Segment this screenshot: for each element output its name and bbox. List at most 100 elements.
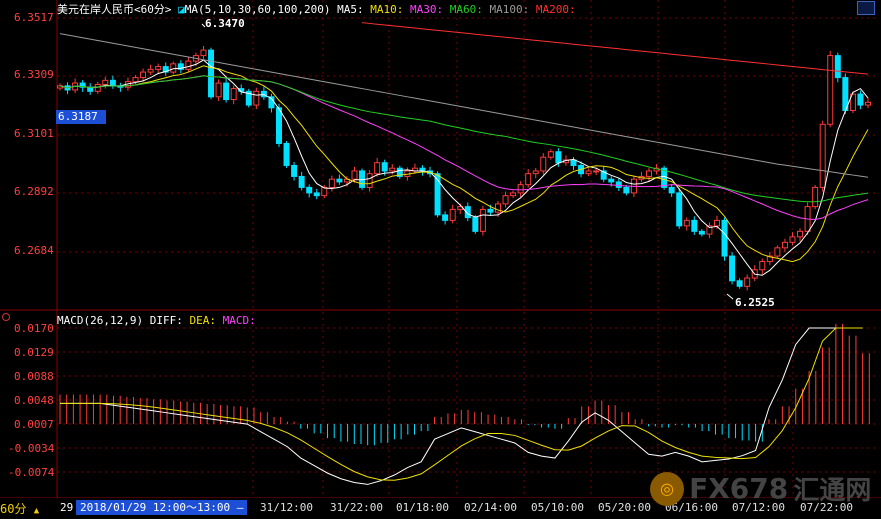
candle-body: [676, 192, 683, 227]
candle-body: [487, 208, 494, 213]
x-tick-label: 31/22:00: [330, 501, 383, 514]
candle-body: [744, 277, 751, 287]
candle-body: [147, 68, 154, 73]
ma60-label: MA60:: [449, 3, 483, 16]
candle-body: [585, 170, 592, 175]
macd-params: MACD(26,12,9): [57, 314, 144, 327]
macd-tick: -0.0034: [8, 442, 55, 455]
price-tick: 6.3309: [14, 68, 54, 81]
candle-body: [208, 49, 215, 98]
candle-body: [132, 77, 139, 83]
candle-body: [389, 167, 396, 172]
ma30-line: [59, 75, 869, 221]
watermark-cn: 汇通网: [793, 476, 872, 506]
candle-body: [442, 214, 449, 221]
x-tick-label: 05/20:00: [598, 501, 651, 514]
ma200-label: MA200:: [535, 3, 576, 16]
ma10-line: [59, 65, 869, 263]
candle-body: [593, 170, 600, 173]
candle-body: [351, 170, 358, 180]
low-annotation: 6.2525: [735, 296, 775, 309]
ma5-label: MA5:: [337, 3, 364, 16]
candle-body: [532, 170, 539, 175]
candle-body: [223, 82, 230, 101]
candle-body: [729, 255, 736, 282]
macd-tick: 0.0048: [14, 394, 54, 407]
candle-body: [827, 55, 834, 125]
candle-body: [472, 217, 479, 232]
ma100-label: MA100:: [489, 3, 530, 16]
ma60-line: [59, 75, 869, 203]
candle-body: [449, 208, 456, 221]
candle-body: [291, 164, 298, 177]
candle-body: [140, 71, 147, 79]
ma200-line: [362, 22, 869, 75]
candle-body: [646, 170, 653, 177]
fx678-watermark: ◎ FX678 汇通网: [650, 470, 871, 507]
time-range-box: 2018/01/29 12:00～13:00 —: [76, 500, 248, 515]
candle-body: [313, 192, 320, 197]
period-label: 60分: [0, 502, 27, 516]
macd-settings-icon[interactable]: [2, 313, 10, 321]
candle-body: [185, 60, 192, 70]
fx678-logo-icon: ◎: [650, 471, 684, 506]
candle-body: [683, 219, 690, 227]
macd-tick: -0.0074: [8, 466, 55, 479]
period-selector[interactable]: 60分 ▲: [0, 500, 39, 517]
candle-body: [834, 55, 841, 79]
candle-body: [623, 186, 630, 194]
candle-body: [698, 230, 705, 235]
ma5-line: [59, 59, 869, 276]
chart-canvas: [0, 0, 881, 499]
candle-body: [374, 162, 381, 175]
macd-macd-label: MACD:: [222, 314, 256, 327]
candle-body: [812, 186, 819, 208]
candle-body: [721, 219, 728, 257]
low-marker: [726, 293, 734, 300]
current-price-box: 6.3187: [56, 110, 106, 124]
candle-body: [328, 178, 335, 188]
candle-body: [510, 192, 517, 197]
macd-tick: 0.0129: [14, 346, 54, 359]
candle-body: [781, 241, 788, 249]
macd-legend: MACD(26,12,9) DIFF: DEA: MACD:: [57, 314, 256, 327]
x-tick-label: 31/12:00: [260, 501, 313, 514]
macd-tick: 0.0007: [14, 418, 54, 431]
candle-body: [525, 173, 532, 186]
candle-body: [608, 178, 615, 183]
ma30-label: MA30:: [409, 3, 444, 16]
candle-body: [298, 175, 305, 188]
macd-diff-label: DIFF:: [149, 314, 183, 327]
candle-body: [283, 142, 290, 166]
candle-body: [713, 219, 720, 227]
candle-body: [865, 101, 871, 106]
candle-body: [381, 162, 388, 172]
candle-body: [668, 186, 675, 194]
candle-body: [155, 66, 162, 70]
candle-body: [230, 88, 237, 101]
candle-body: [517, 184, 524, 194]
candle-body: [857, 93, 864, 106]
chart-title: 美元在岸人民币<60分>: [57, 3, 172, 16]
candle-body: [797, 230, 804, 238]
price-tick: 6.2684: [14, 244, 54, 257]
ma10-label: MA10:: [370, 3, 404, 16]
candle-body: [547, 151, 554, 158]
candle-body: [94, 83, 101, 92]
x-tick-label: 02/14:00: [464, 501, 517, 514]
window-toggle-icon[interactable]: [857, 1, 875, 15]
macd-dea-label: DEA:: [189, 314, 216, 327]
candle-body: [736, 280, 743, 287]
candle-body: [253, 90, 260, 106]
macd-tick: 0.0170: [14, 322, 54, 335]
candle-body: [215, 82, 222, 98]
indicator-icon: ◪: [178, 3, 185, 16]
candle-body: [759, 261, 766, 271]
x-tick-label: 01/18:00: [396, 501, 449, 514]
candle-body: [366, 173, 373, 188]
candle-body: [570, 159, 577, 166]
candle-body: [275, 107, 282, 144]
candle-body: [819, 123, 826, 188]
macd-tick: 0.0088: [14, 370, 54, 383]
candle-body: [789, 236, 796, 243]
